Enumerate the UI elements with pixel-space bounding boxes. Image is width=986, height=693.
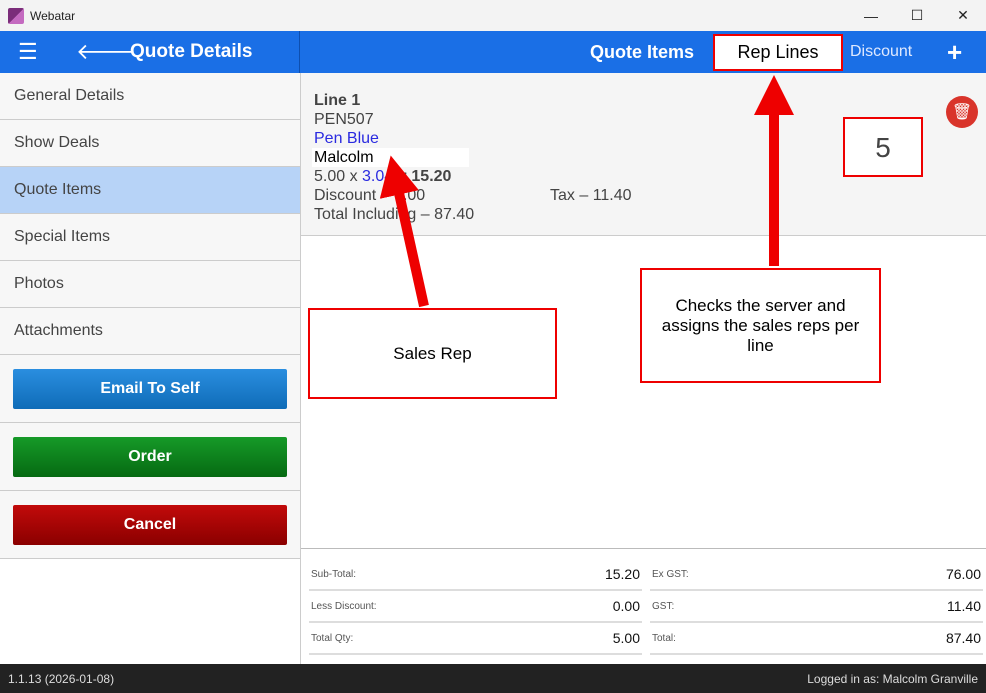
annotation-sales-rep: Sales Rep (308, 308, 557, 399)
section-title: Quote Items (590, 42, 695, 62)
totals-summary: Sub-Total: 15.20 Less Discount: 0.00 Total… (301, 548, 986, 664)
sidebar: General Details Show Deals Quote Items S… (0, 73, 301, 664)
sales-rep: Malcolm (312, 148, 469, 167)
status-bar: 1.1.13 (2026-01-08) Logged in as: Malcol… (0, 664, 986, 693)
annotation-count-box: 5 (843, 117, 923, 177)
sidebar-item-quote-items[interactable]: Quote Items (0, 167, 300, 214)
back-arrow-icon[interactable]: 🡐 (76, 39, 135, 65)
trash-icon[interactable]: 🗑 (946, 96, 978, 128)
subtotal-row: Sub-Total: 15.20 (309, 559, 642, 591)
close-button[interactable]: ✕ (940, 0, 986, 31)
quote-line-item[interactable]: Line 1 PEN507 Pen Blue Malcolm 5.00 x 3.… (301, 73, 986, 236)
line-tax: Tax – 11.40 (550, 187, 632, 204)
unit-price[interactable]: 3.04 (362, 168, 393, 185)
line-amount: = 15.20 (393, 168, 452, 185)
app-header: ☰ 🡐 Quote Details Quote Items Rep Lines … (0, 31, 986, 73)
app-logo-icon (8, 7, 24, 24)
window-title: Webatar (30, 8, 76, 23)
order-button[interactable]: Order (13, 437, 287, 477)
total-row: Total: 87.40 (650, 623, 983, 655)
logged-in-label: Logged in as: Malcolm Granville (807, 671, 978, 686)
add-icon[interactable]: + (947, 37, 962, 68)
gst-row: GST: 11.40 (650, 591, 983, 623)
sidebar-item-general-details[interactable]: General Details (0, 73, 300, 120)
total-qty-row: Total Qty: 5.00 (309, 623, 642, 655)
line-discount: Discount – 0.00 (314, 187, 426, 204)
cancel-button[interactable]: Cancel (13, 505, 287, 545)
sidebar-item-show-deals[interactable]: Show Deals (0, 120, 300, 167)
annotation-rep-lines: Checks the server and assigns the sales … (640, 268, 881, 383)
email-to-self-button[interactable]: Email To Self (13, 369, 287, 409)
sidebar-item-attachments[interactable]: Attachments (0, 308, 300, 355)
maximize-button[interactable]: ☐ (894, 0, 940, 31)
sidebar-item-photos[interactable]: Photos (0, 261, 300, 308)
line-total: Total Including – 87.40 (314, 206, 475, 223)
page-title: Quote Details (130, 41, 253, 62)
version-label: 1.1.13 (2026-01-08) (8, 671, 115, 686)
discount-button[interactable]: Discount (850, 43, 912, 61)
ex-gst-row: Ex GST: 76.00 (650, 559, 983, 591)
minimize-button[interactable]: — (848, 0, 894, 31)
menu-icon[interactable]: ☰ (18, 39, 58, 65)
line-title: Line 1 (314, 92, 361, 109)
rep-lines-button[interactable]: Rep Lines (713, 34, 843, 71)
less-discount-row: Less Discount: 0.00 (309, 591, 642, 623)
title-bar: Webatar — ☐ ✕ (0, 0, 986, 31)
sidebar-item-special-items[interactable]: Special Items (0, 214, 300, 261)
quantity: 5.00 x (314, 168, 363, 185)
